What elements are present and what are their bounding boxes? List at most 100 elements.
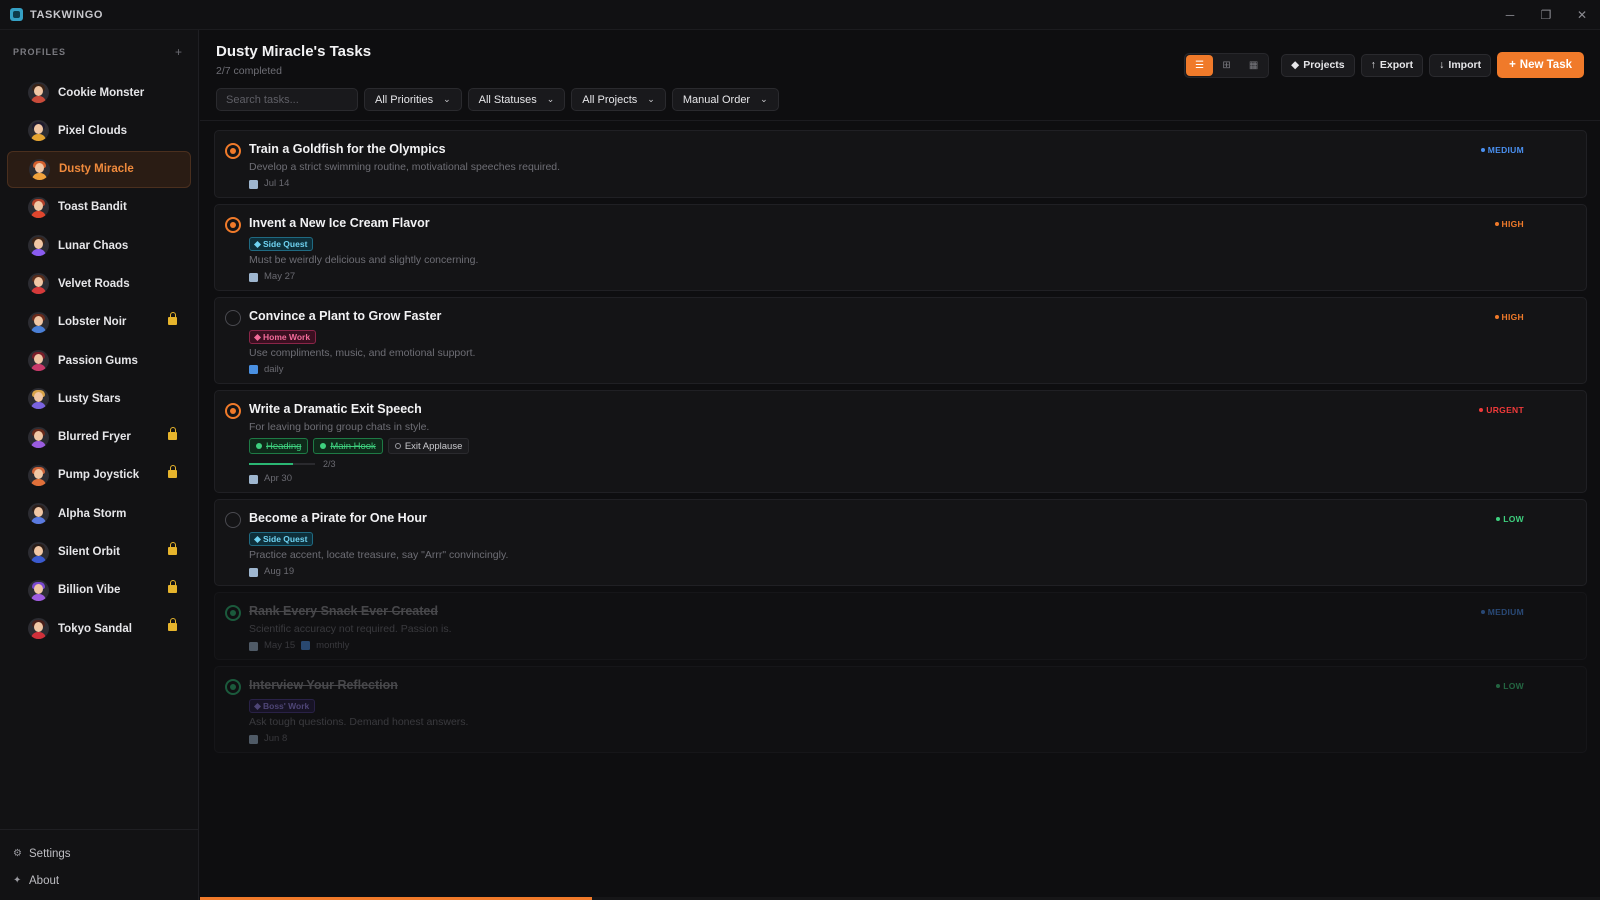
profile-item[interactable]: Lunar Chaos — [7, 227, 191, 264]
task-title: Write a Dramatic Exit Speech — [249, 402, 422, 416]
sidebar-settings-link[interactable]: ⚙ Settings — [0, 840, 199, 867]
sidebar-about-link[interactable]: ✦ About — [0, 867, 199, 894]
sort-order-select[interactable]: Manual Order ⌄ — [671, 88, 779, 111]
profile-item[interactable]: Alpha Storm — [7, 495, 191, 532]
task-card[interactable]: Rank Every Snack Ever Created Scientific … — [214, 592, 1587, 660]
task-card[interactable]: Write a Dramatic Exit Speech For leaving … — [214, 390, 1587, 493]
profile-item[interactable]: Silent Orbit — [7, 534, 191, 571]
project-tag[interactable]: Boss' Work — [249, 699, 316, 713]
profile-item[interactable]: Blurred Fryer — [7, 419, 191, 456]
project-tag[interactable]: Side Quest — [249, 532, 314, 546]
project-tag[interactable]: Home Work — [249, 330, 317, 344]
priority-filter-value: All Priorities — [375, 93, 434, 106]
status-toggle[interactable] — [225, 310, 241, 326]
priority-label: MEDIUM — [1487, 607, 1524, 617]
project-filter-value: All Projects — [582, 93, 638, 106]
profile-name: Passion Gums — [58, 354, 138, 367]
task-card[interactable]: Invent a New Ice Cream Flavor Side Quest M… — [214, 204, 1587, 291]
avatar-body — [31, 593, 46, 601]
profile-item[interactable]: Passion Gums — [7, 342, 191, 379]
board-view-button[interactable]: ⊞ — [1213, 55, 1240, 76]
profile-name: Alpha Storm — [58, 507, 127, 520]
priority-dot-icon — [1496, 517, 1501, 521]
calendar-view-button[interactable]: ▦ — [1240, 55, 1267, 76]
avatar-face — [35, 162, 44, 173]
priority-dot-icon — [1494, 222, 1499, 226]
due-date: Apr 30 — [264, 473, 292, 484]
status-toggle[interactable] — [225, 605, 241, 621]
priority-label: HIGH — [1501, 312, 1524, 322]
profile-item[interactable]: Cookie Monster — [7, 74, 191, 111]
task-description: Develop a strict swimming routine, motiv… — [249, 161, 561, 173]
list-view-button[interactable]: ☰ — [1186, 54, 1214, 76]
avatar — [28, 464, 49, 486]
status-toggle[interactable] — [225, 217, 241, 233]
status-toggle[interactable] — [225, 679, 241, 695]
priority-filter[interactable]: All Priorities ⌄ — [364, 88, 462, 111]
lock-icon — [168, 541, 177, 555]
avatar — [28, 82, 49, 103]
task-meta: daily — [249, 364, 1586, 375]
subtask-list: Heading Main Hook Exit Applause — [249, 438, 1586, 454]
project-tag-label: Side Quest — [263, 534, 308, 544]
subtask-label: Heading — [266, 440, 302, 452]
profile-name: Blurred Fryer — [58, 431, 131, 444]
profile-item[interactable]: Lusty Stars — [7, 380, 191, 417]
due-date: May 27 — [264, 271, 296, 282]
task-title: Interview Your Reflection — [249, 678, 398, 692]
search-input[interactable] — [216, 88, 358, 111]
export-button[interactable]: ↑ Export — [1360, 53, 1424, 77]
task-body: Rank Every Snack Ever Created Scientific … — [215, 593, 1586, 659]
task-card[interactable]: Convince a Plant to Grow Faster Home Work… — [214, 297, 1587, 384]
app-logo-icon — [10, 8, 23, 21]
due-date: Aug 19 — [264, 566, 295, 577]
project-filter[interactable]: All Projects ⌄ — [571, 88, 666, 111]
import-button[interactable]: ↓ Import — [1429, 53, 1492, 77]
task-card[interactable]: Become a Pirate for One Hour Side Quest Pr… — [214, 499, 1587, 586]
task-body: Interview Your Reflection Boss' Work Ask t… — [215, 667, 1586, 752]
add-profile-icon[interactable]: + — [175, 45, 182, 59]
avatar — [28, 426, 49, 448]
close-icon[interactable]: ✕ — [1564, 0, 1600, 30]
recurrence-label: monthly — [316, 640, 350, 651]
task-description: For leaving boring group chats in style. — [249, 421, 430, 433]
task-meta: May 27 — [249, 271, 1586, 282]
lock-icon — [168, 426, 177, 440]
subtask-chip[interactable]: Exit Applause — [387, 438, 470, 454]
subtask-chip[interactable]: Main Hook — [313, 438, 383, 454]
project-tag-row: Boss' Work — [249, 694, 1586, 713]
avatar-face — [34, 622, 43, 633]
profile-item[interactable]: Tokyo Sandal — [7, 610, 191, 647]
projects-button[interactable]: ◆ Projects — [1281, 53, 1355, 77]
profile-item[interactable]: Toast Bandit — [7, 189, 191, 226]
empty-circle-icon — [394, 443, 401, 449]
status-filter[interactable]: All Statuses ⌄ — [467, 88, 566, 111]
status-toggle[interactable] — [225, 512, 241, 528]
profile-item[interactable]: Dusty Miracle — [7, 150, 191, 188]
priority-dot-icon — [1480, 148, 1485, 152]
avatar-body — [31, 555, 46, 563]
avatar-body — [31, 402, 46, 410]
profile-item[interactable]: Pixel Clouds — [7, 112, 191, 149]
task-card[interactable]: Interview Your Reflection Boss' Work Ask t… — [214, 666, 1587, 753]
arrow-up-icon: ↑ — [1370, 59, 1376, 71]
subtask-chip[interactable]: Heading — [249, 438, 309, 454]
project-tag[interactable]: Side Quest — [249, 237, 314, 251]
new-task-button[interactable]: + New Task — [1497, 52, 1584, 78]
task-title: Train a Goldfish for the Olympics — [249, 142, 446, 156]
maximize-icon[interactable]: ❐ — [1528, 0, 1564, 30]
task-description: Scientific accuracy not required. Passio… — [249, 623, 452, 635]
status-toggle[interactable] — [225, 143, 241, 159]
profile-item[interactable]: Lobster Noir — [7, 304, 191, 341]
diamond-icon: ◆ — [1291, 59, 1300, 71]
priority-dot-icon — [1479, 408, 1484, 412]
profile-item[interactable]: Billion Vibe — [7, 572, 191, 609]
task-card[interactable]: Train a Goldfish for the Olympics Develop… — [214, 130, 1587, 198]
subtask-progress-fill — [249, 463, 293, 465]
minimize-icon[interactable]: ─ — [1492, 0, 1528, 30]
main-panel: Dusty Miracle's Tasks 2/7 completed ☰ ⊞ ▦ … — [200, 30, 1600, 900]
profile-item[interactable]: Velvet Roads — [7, 265, 191, 302]
status-toggle[interactable] — [225, 403, 241, 419]
profile-name: Tokyo Sandal — [58, 622, 132, 635]
profile-item[interactable]: Pump Joystick — [7, 457, 191, 494]
